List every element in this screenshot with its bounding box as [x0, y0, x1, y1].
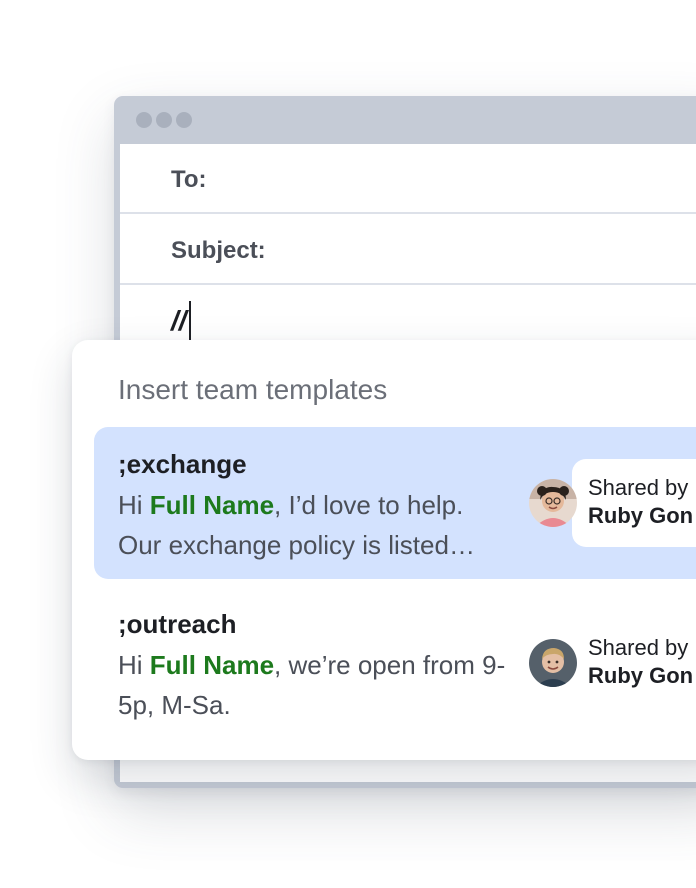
to-label: To: — [171, 166, 207, 193]
subject-label: Subject: — [171, 237, 266, 264]
variable-token: Full Name — [149, 490, 275, 520]
shared-by-name: Ruby Gon — [588, 663, 694, 688]
avatar — [529, 639, 577, 687]
window-controls — [136, 112, 192, 128]
shared-by-badge: Shared by Ruby Gon — [572, 619, 696, 707]
avatar — [529, 479, 577, 527]
preview-text: Hi — [118, 650, 150, 680]
subject-field[interactable]: Subject: — [120, 215, 696, 285]
template-picker-popup: Insert team templates ;exchange Hi Full … — [72, 340, 696, 760]
message-body-text: // — [171, 305, 187, 336]
template-preview: Hi Full Name, we’re open from 9-5p, M-Sa… — [118, 645, 508, 725]
shared-by-badge: Shared by Ruby Gon — [572, 459, 696, 547]
window-close-dot[interactable] — [136, 112, 152, 128]
window-maximize-dot[interactable] — [176, 112, 192, 128]
page: To: Subject: // Insert team templates ;e… — [0, 0, 696, 888]
shared-by-name: Ruby Gon — [588, 503, 694, 528]
template-shortcut: ;exchange — [118, 449, 247, 479]
message-body-input[interactable]: // — [171, 301, 191, 341]
template-item-exchange[interactable]: ;exchange Hi Full Name, I’d love to help… — [94, 427, 696, 579]
template-item-outreach[interactable]: ;outreach Hi Full Name, we’re open from … — [94, 587, 696, 739]
template-shortcut: ;outreach — [118, 609, 237, 639]
variable-token: Full Name — [149, 650, 275, 680]
shared-by-label: Shared by — [588, 475, 689, 500]
template-preview: Hi Full Name, I’d love to help. Our exch… — [118, 485, 508, 565]
preview-text: Hi — [118, 490, 150, 520]
shared-by-label: Shared by — [588, 635, 689, 660]
window-minimize-dot[interactable] — [156, 112, 172, 128]
text-caret — [188, 301, 191, 341]
popup-title: Insert team templates — [118, 374, 388, 405]
to-field[interactable]: To: — [120, 144, 696, 214]
